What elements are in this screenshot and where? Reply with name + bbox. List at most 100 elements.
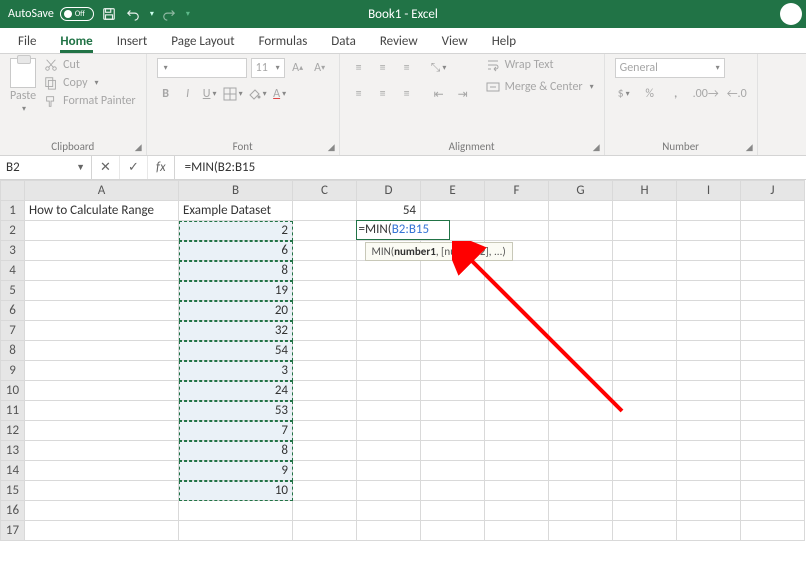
cell[interactable] [357,361,421,381]
cell[interactable] [485,481,549,501]
account-avatar[interactable] [780,3,802,25]
column-header[interactable]: C [293,181,357,201]
worksheet-grid[interactable]: ABCDEFGHIJ1How to Calculate RangeExample… [0,180,806,541]
column-header[interactable]: G [549,181,613,201]
font-color-button[interactable]: A▾ [271,84,289,104]
cell[interactable] [485,301,549,321]
select-all-corner[interactable] [1,181,25,201]
redo-icon[interactable] [160,5,178,23]
cell[interactable] [25,401,179,421]
cell[interactable] [25,481,179,501]
cell[interactable] [613,341,677,361]
cell[interactable] [613,201,677,221]
column-header[interactable]: I [677,181,741,201]
cell[interactable] [293,221,357,241]
cell[interactable] [549,481,613,501]
font-size-combo[interactable]: 11▾ [251,58,285,78]
cell[interactable] [741,421,805,441]
name-box-dropdown-icon[interactable]: ▼ [76,162,85,173]
cell[interactable] [613,481,677,501]
cell[interactable] [677,221,741,241]
cancel-formula-icon[interactable]: ✕ [92,156,120,179]
cell[interactable] [357,521,421,541]
cell[interactable]: 6 [179,241,293,261]
cell[interactable] [293,301,357,321]
cell[interactable] [677,401,741,421]
column-header[interactable]: E [421,181,485,201]
cell[interactable] [293,501,357,521]
cell[interactable] [677,481,741,501]
cell[interactable] [293,521,357,541]
cell[interactable] [421,501,485,521]
fill-color-button[interactable]: ▾ [247,84,267,104]
cell[interactable] [613,301,677,321]
cell[interactable]: 8 [179,441,293,461]
cell[interactable] [549,221,613,241]
cell[interactable] [25,421,179,441]
tab-help[interactable]: Help [492,34,516,53]
cell[interactable] [549,501,613,521]
cell[interactable] [357,381,421,401]
cell[interactable]: 7 [179,421,293,441]
cell[interactable] [421,381,485,401]
alignment-launcher-icon[interactable]: ◢ [593,142,600,153]
number-launcher-icon[interactable]: ◢ [746,142,753,153]
font-launcher-icon[interactable]: ◢ [328,142,335,153]
row-header[interactable]: 12 [1,421,25,441]
cell[interactable] [741,221,805,241]
cell[interactable] [677,441,741,461]
cell[interactable]: 9 [179,461,293,481]
tab-data[interactable]: Data [331,34,356,53]
cell[interactable] [421,201,485,221]
cell[interactable] [293,461,357,481]
cell[interactable] [549,521,613,541]
wrap-text-button[interactable]: Wrap Text [486,58,594,72]
tab-file[interactable]: File [18,34,36,53]
tab-page-layout[interactable]: Page Layout [171,34,234,53]
cell[interactable] [25,521,179,541]
cell[interactable] [179,521,293,541]
cell[interactable] [25,441,179,461]
cell[interactable] [25,241,179,261]
cell[interactable] [485,401,549,421]
cell[interactable] [485,441,549,461]
cell[interactable] [293,201,357,221]
align-center-icon[interactable]: ≡ [374,84,392,104]
number-format-combo[interactable]: General▾ [615,58,725,78]
align-top-icon[interactable]: ≡ [350,58,368,78]
row-header[interactable]: 16 [1,501,25,521]
undo-icon[interactable] [124,5,142,23]
align-middle-icon[interactable]: ≡ [374,58,392,78]
cell[interactable] [677,361,741,381]
cell[interactable] [613,501,677,521]
cell[interactable] [613,401,677,421]
column-header[interactable]: D [357,181,421,201]
cut-button[interactable]: Cut [44,58,136,72]
cell[interactable] [613,421,677,441]
align-right-icon[interactable]: ≡ [398,84,416,104]
enter-formula-icon[interactable]: ✓ [120,156,148,179]
cell[interactable] [421,481,485,501]
cell[interactable] [741,201,805,221]
cell[interactable] [677,521,741,541]
cell[interactable] [549,461,613,481]
row-header[interactable]: 15 [1,481,25,501]
cell[interactable] [741,361,805,381]
column-header[interactable]: B [179,181,293,201]
cell[interactable] [179,501,293,521]
cell[interactable] [485,321,549,341]
cell[interactable] [741,341,805,361]
cell[interactable] [741,281,805,301]
cell[interactable]: 3 [179,361,293,381]
row-header[interactable]: 4 [1,261,25,281]
align-left-icon[interactable]: ≡ [350,84,368,104]
cell[interactable] [677,421,741,441]
format-painter-button[interactable]: Format Painter [44,94,136,108]
cell[interactable]: 20 [179,301,293,321]
copy-button[interactable]: Copy ▾ [44,76,136,90]
cell[interactable] [741,261,805,281]
borders-button[interactable]: ▾ [223,84,243,104]
cell[interactable] [293,321,357,341]
column-header[interactable]: J [741,181,805,201]
cell[interactable] [25,461,179,481]
